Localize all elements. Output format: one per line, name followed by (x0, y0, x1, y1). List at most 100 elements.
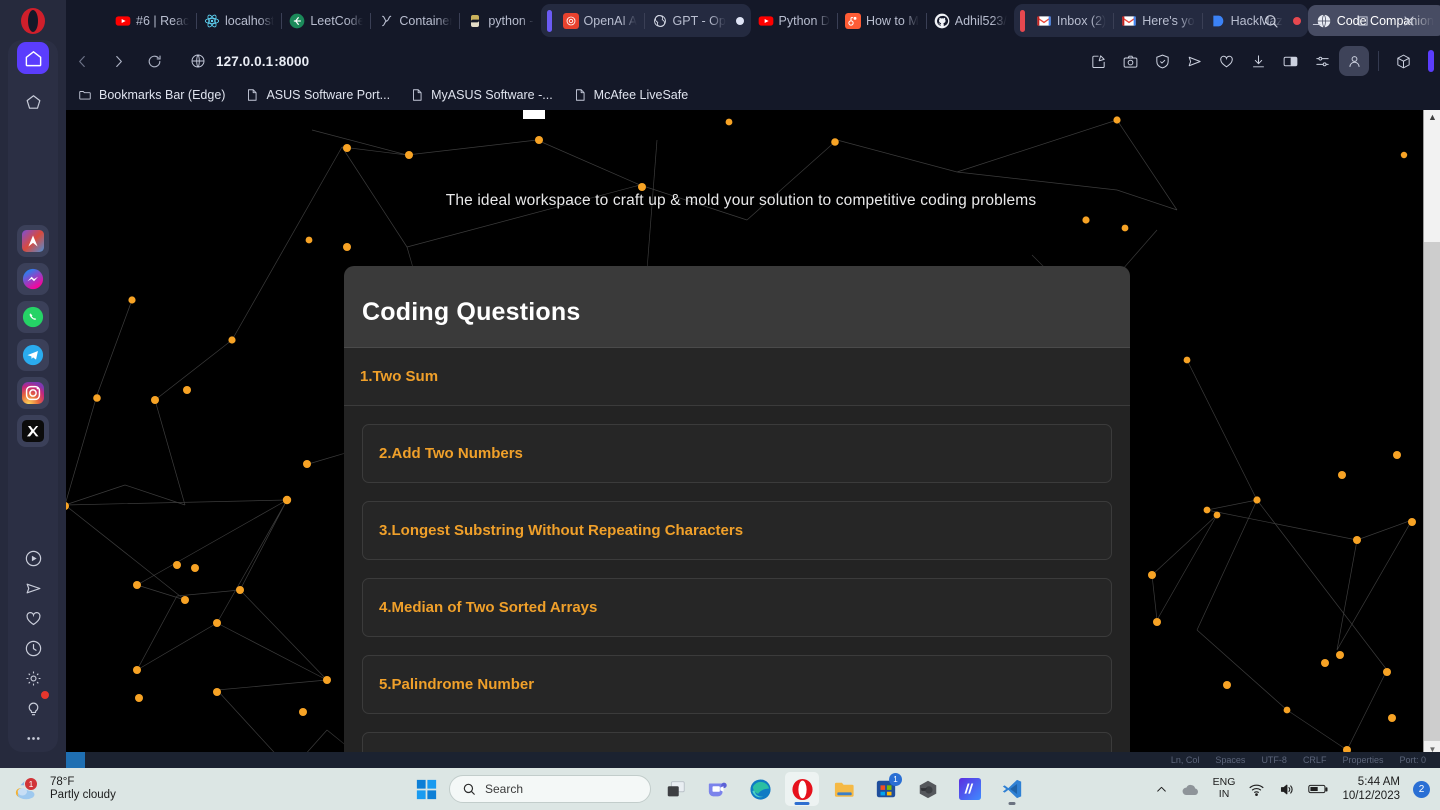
bookmark-label: MyASUS Software -... (431, 88, 553, 102)
taskbar-app-task-view[interactable] (659, 772, 693, 806)
profile-icon[interactable] (1339, 46, 1369, 76)
tab-6[interactable]: GPT - Op (645, 5, 733, 36)
split-screen-icon[interactable] (1275, 46, 1305, 76)
volume-icon[interactable] (1278, 781, 1295, 798)
taskbar-app-teams[interactable] (701, 772, 735, 806)
tab-group-openai: OpenAI A GPT - Op (540, 4, 751, 37)
notification-count-badge[interactable]: 2 (1413, 780, 1430, 798)
tab-label: Container (399, 13, 453, 28)
scrollbar-thumb[interactable]: ▲ (1424, 110, 1440, 242)
snapshot-icon[interactable] (1115, 46, 1145, 76)
taskbar-system-tray: ENG IN 5:44 AM 10/12/2023 2 (1155, 775, 1430, 803)
sidebar-app-instagram[interactable] (17, 377, 49, 409)
sidebar-app-telegram[interactable] (17, 339, 49, 371)
url-host: 127.0.0.1 (216, 53, 274, 69)
taskbar-center-group: Search 1 (411, 772, 1029, 806)
sidebar-item-player[interactable] (17, 542, 49, 574)
questions-list: 1.Two Sum 2.Add Two Numbers 3.Longest Su… (344, 347, 1130, 758)
hubspot-icon (844, 12, 861, 29)
taskbar-app-file-explorer[interactable] (827, 772, 861, 806)
sidebar-item-send[interactable] (17, 572, 49, 604)
background-vscode-status-bar: Ln, Col Spaces UTF-8 CRLF Properties Port: … (57, 752, 1440, 768)
card-header: Coding Questions (344, 266, 1130, 347)
download-icon[interactable] (1243, 46, 1273, 76)
minimize-button[interactable] (1296, 4, 1338, 38)
tab-11[interactable]: Here's yo (1114, 5, 1201, 36)
tab-3[interactable]: Container (371, 5, 459, 36)
question-item-4[interactable]: 4.Median of Two Sorted Arrays (362, 578, 1112, 637)
question-item-5[interactable]: 5.Palindrome Number (362, 655, 1112, 714)
sidebar-item-more[interactable] (17, 722, 49, 754)
bluedot-icon (1210, 13, 1226, 29)
taskbar-app-myasus[interactable] (953, 772, 987, 806)
forward-icon[interactable] (102, 45, 134, 77)
bookmark-label: Bookmarks Bar (Edge) (99, 88, 226, 102)
close-button[interactable] (1388, 4, 1430, 38)
clock-time: 5:44 AM (1357, 775, 1400, 788)
question-item-1[interactable]: 1.Two Sum (344, 347, 1130, 406)
taskbar-weather-widget[interactable]: 1 78°F Partly cloudy (12, 776, 116, 802)
maximize-button[interactable] (1342, 4, 1384, 38)
youtube-icon (115, 13, 131, 29)
page-scrollbar[interactable]: ▲ ▼ (1423, 110, 1440, 758)
tab-2[interactable]: LeetCode (282, 5, 370, 36)
edit-note-icon[interactable] (1083, 46, 1113, 76)
language-indicator[interactable]: ENG IN (1213, 776, 1236, 801)
sidebar-item-history[interactable] (17, 632, 49, 664)
taskbar-search-box[interactable]: Search (449, 775, 651, 803)
sidebar-item-tips[interactable] (17, 690, 50, 724)
taskbar-app-microsoft-store[interactable]: 1 (869, 772, 903, 806)
address-bar-row: 127.0.0.1 :8000 (62, 41, 1434, 81)
bookmark-0[interactable]: Bookmarks Bar (Edge) (70, 85, 233, 105)
heart-icon[interactable] (1211, 46, 1241, 76)
question-item-3[interactable]: 3.Longest Substring Without Repeating Ch… (362, 501, 1112, 560)
taskbar-app-edge[interactable] (743, 772, 777, 806)
windows-taskbar: 1 78°F Partly cloudy Search 1 ENG IN 5:4… (0, 768, 1440, 810)
sidebar-app-pinterest[interactable] (17, 225, 49, 257)
taskbar-clock[interactable]: 5:44 AM 10/12/2023 (1342, 775, 1400, 803)
bookmark-3[interactable]: McAfee LiveSafe (565, 85, 697, 105)
slider-icon[interactable] (1307, 46, 1337, 76)
tab-label: Here's yo (1142, 13, 1195, 28)
tab-label: OpenAI A (583, 13, 637, 28)
sidebar-app-x-twitter[interactable] (17, 415, 49, 447)
cube-icon[interactable] (1388, 46, 1418, 76)
tab-7[interactable]: Python D (751, 5, 837, 36)
sidebar-item-favorites-heart[interactable] (17, 602, 49, 634)
tab-4[interactable]: python - (460, 5, 540, 36)
tab-label: #6 | React (136, 13, 189, 28)
chatgpt-icon (652, 13, 668, 29)
page-icon (410, 88, 424, 102)
taskbar-app-opera[interactable] (785, 772, 819, 806)
start-button[interactable] (411, 774, 441, 804)
tab-9[interactable]: Adhil523/ (927, 5, 1014, 36)
shield-icon[interactable] (1147, 46, 1177, 76)
tab-5[interactable]: OpenAI A (556, 5, 644, 36)
question-item-2[interactable]: 2.Add Two Numbers (362, 424, 1112, 483)
bookmark-2[interactable]: MyASUS Software -... (402, 85, 561, 105)
battery-icon[interactable] (1308, 782, 1329, 796)
tab-10[interactable]: Inbox (2) (1029, 5, 1113, 36)
onedrive-icon[interactable] (1181, 782, 1200, 797)
back-icon[interactable] (66, 45, 98, 77)
screen: #6 | React localhost LeetCode Container … (0, 0, 1440, 810)
address-input[interactable]: 127.0.0.1 :8000 (178, 45, 1075, 77)
chevron-up-icon[interactable] (1155, 783, 1168, 796)
taskbar-app-vs-code[interactable] (995, 772, 1029, 806)
tab-8[interactable]: How to M (838, 5, 926, 36)
bookmark-1[interactable]: ASUS Software Port... (237, 85, 398, 105)
address-bar-icons (1083, 46, 1434, 76)
sidebar-toggle-pill[interactable] (1428, 50, 1434, 72)
sidebar-app-messenger[interactable] (17, 263, 49, 295)
tab-1[interactable]: localhost (197, 5, 281, 36)
taskbar-app-blender[interactable] (911, 772, 945, 806)
sidebar-item-favorites[interactable] (17, 86, 49, 118)
wifi-icon[interactable] (1248, 781, 1265, 798)
youtube-icon (758, 13, 774, 29)
tab-0[interactable]: #6 | React (108, 5, 196, 36)
sidebar-item-home[interactable] (17, 42, 49, 74)
tab-search-icon[interactable] (1250, 4, 1292, 38)
send-icon[interactable] (1179, 46, 1209, 76)
sidebar-app-whatsapp[interactable] (17, 301, 49, 333)
reload-icon[interactable] (138, 45, 170, 77)
